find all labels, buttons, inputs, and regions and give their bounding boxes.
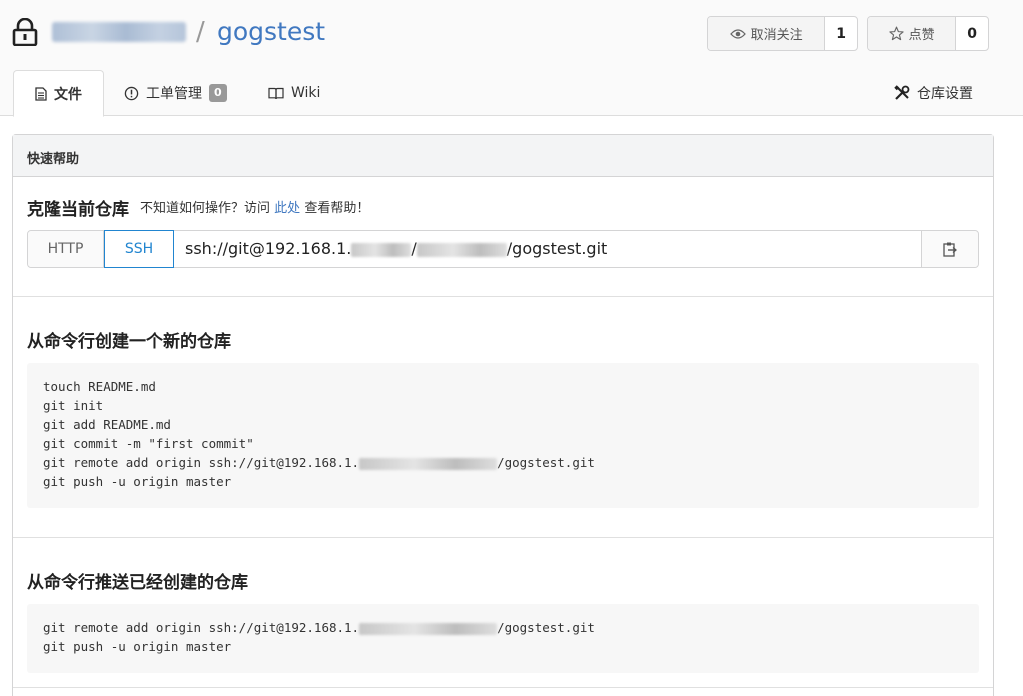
issue-opened-icon xyxy=(124,86,139,100)
redacted-host xyxy=(359,622,498,635)
clone-url-prefix: ssh://git@192.168.1. xyxy=(185,239,352,258)
tab-issues[interactable]: 工单管理 0 xyxy=(124,70,227,116)
redacted-host xyxy=(359,457,498,470)
section-divider xyxy=(13,537,993,538)
eye-icon xyxy=(729,28,746,39)
clone-hint-before: 不知道如何操作？访问 xyxy=(140,201,271,216)
remote-url-suffix: /gogstest.git xyxy=(497,620,595,635)
push-existing-title: 从命令行推送已经创建的仓库 xyxy=(27,573,248,593)
unwatch-label: 取消关注 xyxy=(750,28,803,43)
tab-files[interactable]: 文件 xyxy=(13,70,104,117)
clone-section-title: 克隆当前仓库 xyxy=(27,200,129,220)
unwatch-button[interactable]: 取消关注 xyxy=(708,17,826,50)
tab-files-label: 文件 xyxy=(54,86,82,103)
code-line: git add README.md xyxy=(43,417,171,432)
code-line-remote: git remote add origin ssh://git@192.168.… xyxy=(43,618,963,637)
section-divider xyxy=(13,687,993,688)
issues-count-badge: 0 xyxy=(209,84,227,102)
lock-icon xyxy=(12,18,38,46)
redacted-ip xyxy=(351,242,412,257)
code-line-remote: git remote add origin ssh://git@192.168.… xyxy=(43,453,963,472)
book-icon xyxy=(268,87,284,99)
tools-icon xyxy=(894,85,910,100)
remote-url-prefix: git remote add origin ssh://git@192.168.… xyxy=(43,455,360,470)
remote-url-suffix: /gogstest.git xyxy=(497,455,595,470)
repo-header: / gogstest 取消关注 1 点赞 0 文件 工单管理 0 Wiki 仓库… xyxy=(0,0,1023,117)
tab-settings[interactable]: 仓库设置 xyxy=(894,70,973,116)
quick-help-header: 快速帮助 xyxy=(13,135,993,177)
star-button-group: 点赞 0 xyxy=(867,16,989,51)
push-existing-code-block: git remote add origin ssh://git@192.168.… xyxy=(27,604,979,673)
file-text-icon xyxy=(35,86,47,101)
stars-count[interactable]: 0 xyxy=(956,17,988,50)
tab-issues-label: 工单管理 xyxy=(146,86,202,102)
watchers-count[interactable]: 1 xyxy=(825,17,857,50)
code-line: touch README.md xyxy=(43,379,156,394)
star-button[interactable]: 点赞 xyxy=(868,17,957,50)
copy-url-button[interactable] xyxy=(921,231,978,267)
new-repo-code-block: touch README.md git init git add README.… xyxy=(27,363,979,508)
watch-button-group: 取消关注 1 xyxy=(707,16,858,51)
repo-name-link[interactable]: gogstest xyxy=(217,17,325,46)
clone-hint-after: 查看帮助！ xyxy=(304,201,370,216)
clone-url-separator: / xyxy=(411,239,417,258)
clone-url-bar: HTTP SSH ssh://git@192.168.1. / /gogstest.… xyxy=(27,230,979,268)
code-line: git init xyxy=(43,398,104,413)
http-protocol-button[interactable]: HTTP xyxy=(28,231,104,267)
tab-wiki-label: Wiki xyxy=(291,85,321,101)
repo-owner-link[interactable] xyxy=(52,22,186,42)
ssh-protocol-button[interactable]: SSH xyxy=(104,230,174,268)
clippy-icon xyxy=(943,242,957,257)
clone-url-suffix: /gogstest.git xyxy=(506,239,608,258)
quick-help-panel: 快速帮助 克隆当前仓库 不知道如何操作？访问 此处 查看帮助！ HTTP SSH… xyxy=(12,134,994,696)
remote-url-prefix: git remote add origin ssh://git@192.168.… xyxy=(43,620,360,635)
section-divider xyxy=(13,296,993,297)
tab-settings-label: 仓库设置 xyxy=(917,86,973,102)
clone-help-text: 不知道如何操作？访问 此处 查看帮助！ xyxy=(140,197,369,216)
tab-wiki[interactable]: Wiki xyxy=(268,70,320,116)
repo-tabs: 文件 工单管理 0 Wiki 仓库设置 xyxy=(0,70,1023,117)
code-line: git push -u origin master xyxy=(43,639,232,654)
clone-help-link[interactable]: 此处 xyxy=(274,201,300,216)
repo-path-separator: / xyxy=(196,17,205,47)
quick-help-title: 快速帮助 xyxy=(27,152,80,167)
star-icon xyxy=(889,26,904,41)
redacted-owner xyxy=(416,242,507,257)
star-label: 点赞 xyxy=(908,28,935,43)
code-line: git commit -m "first commit" xyxy=(43,436,254,451)
new-repo-title: 从命令行创建一个新的仓库 xyxy=(27,332,231,352)
code-line: git push -u origin master xyxy=(43,474,232,489)
clone-url-input[interactable]: ssh://git@192.168.1. / /gogstest.git xyxy=(185,239,607,258)
